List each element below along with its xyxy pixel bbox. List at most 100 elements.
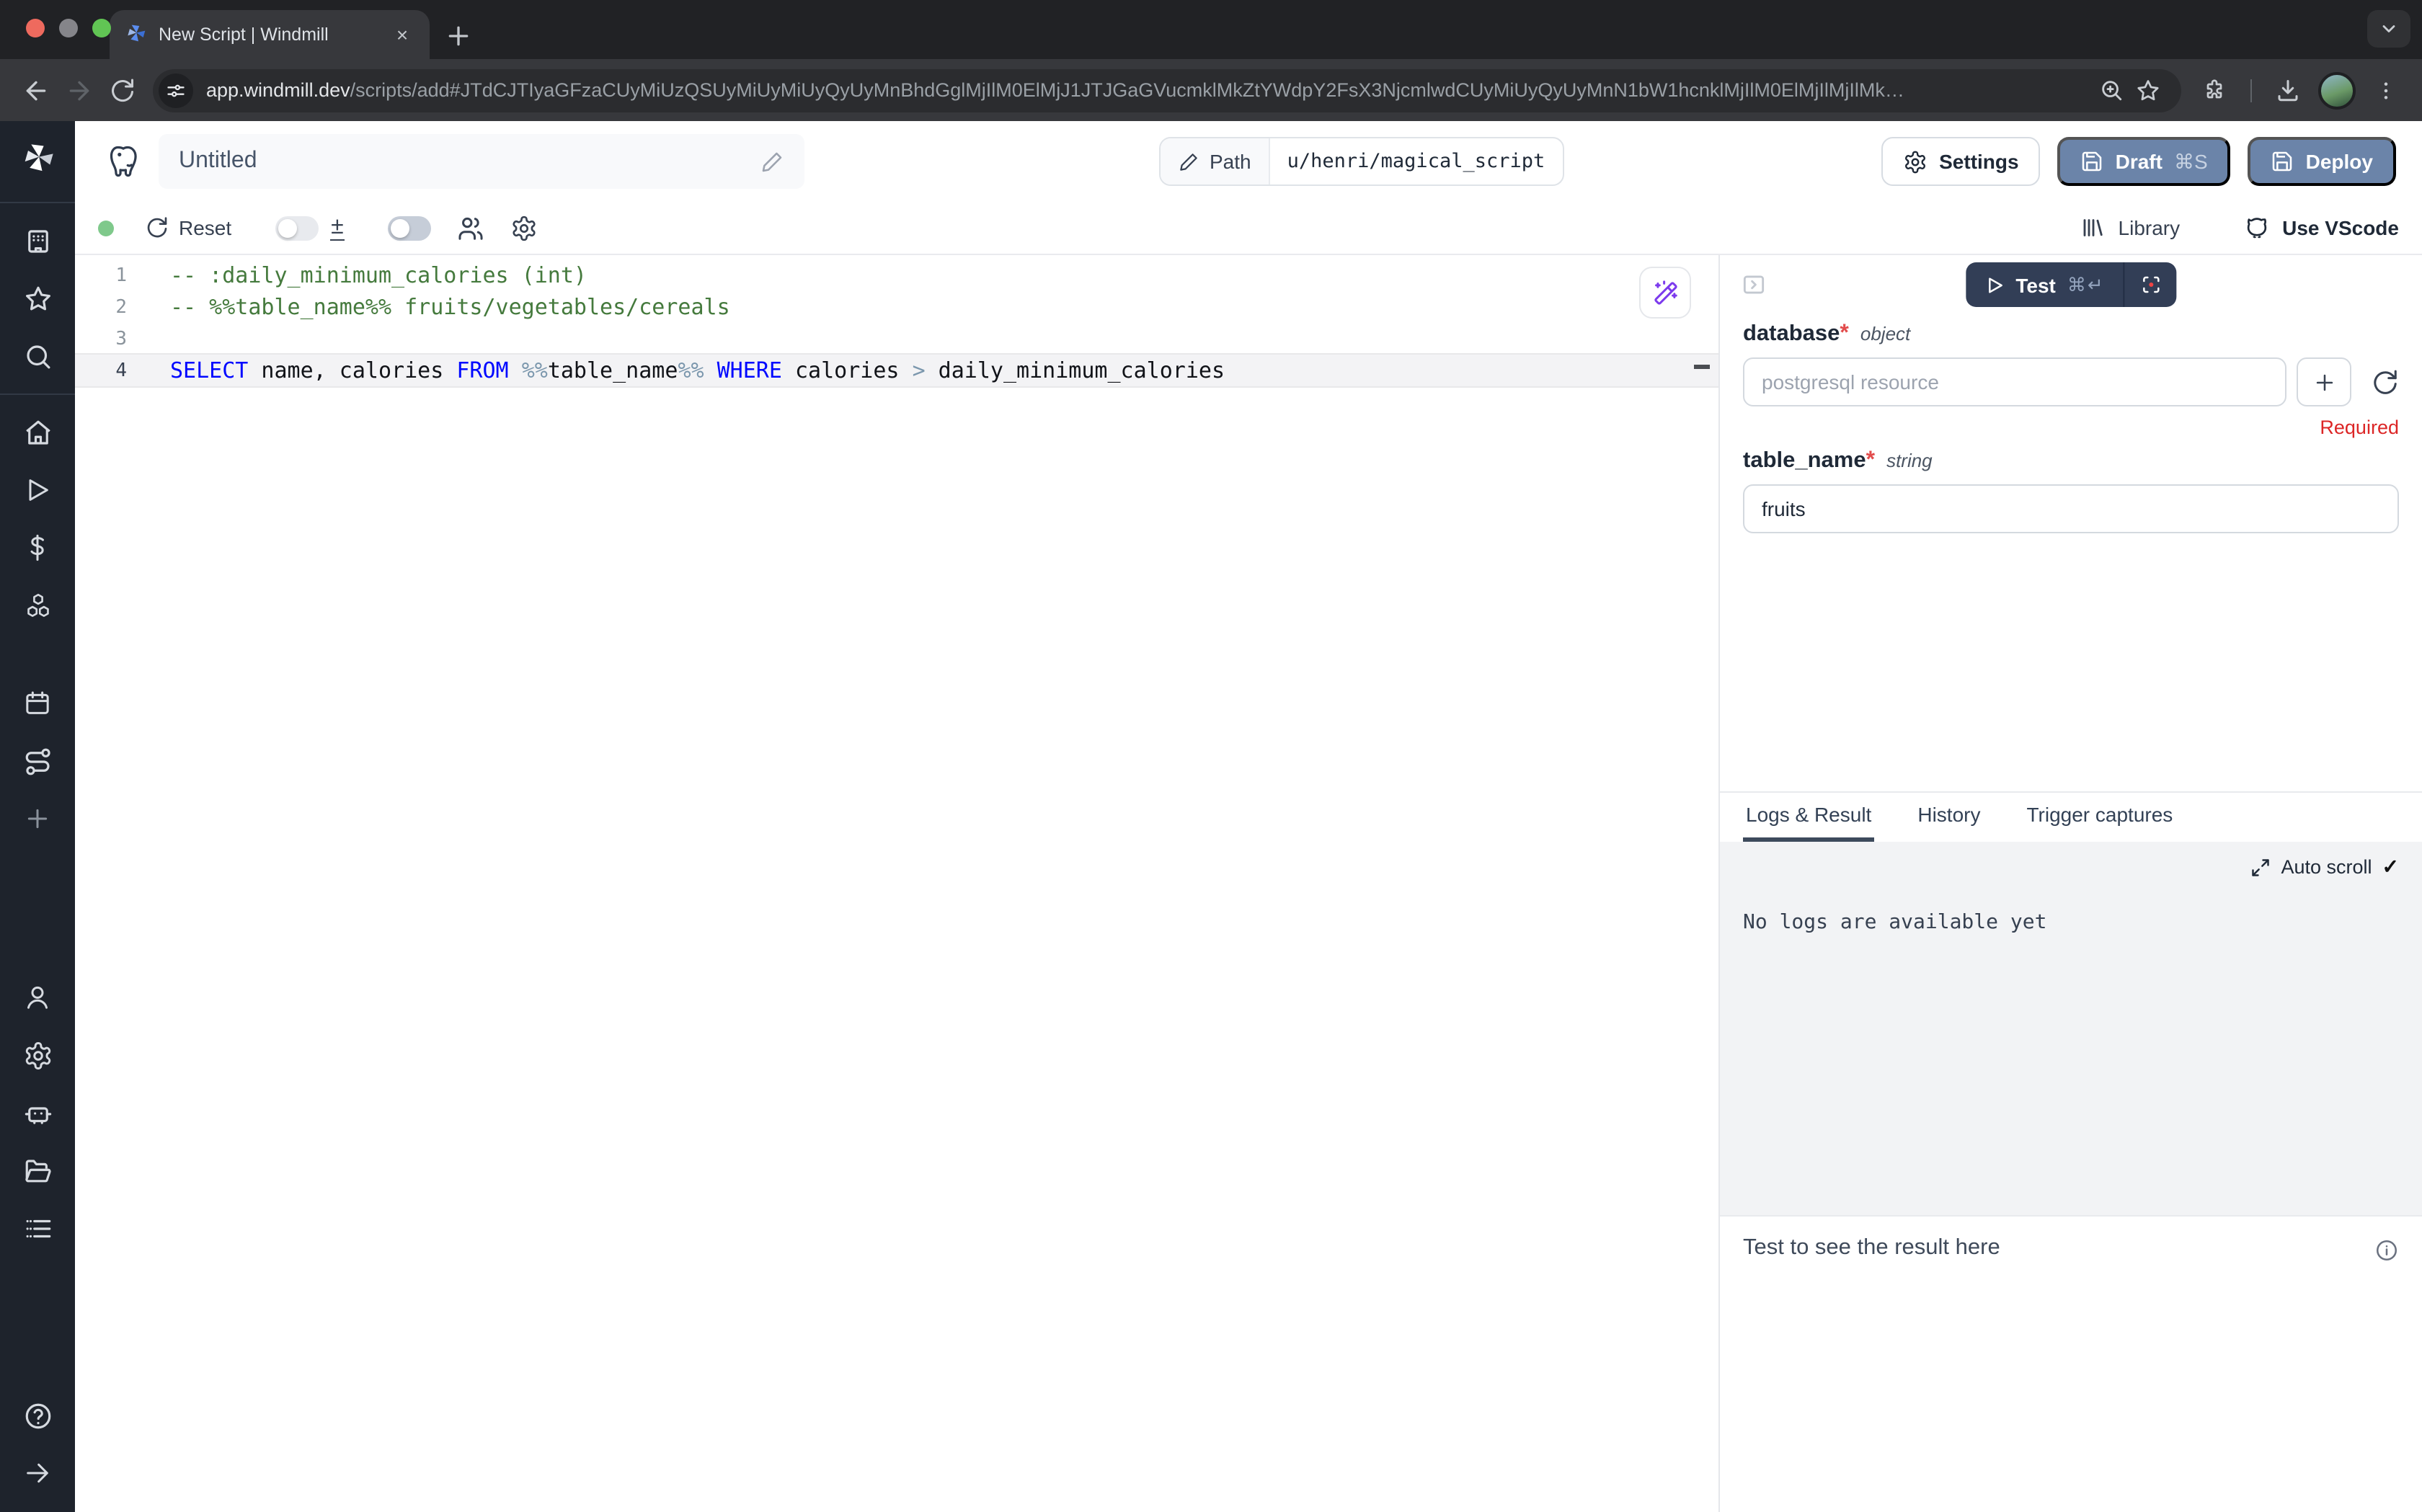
auto-scroll-control[interactable]: Auto scroll ✓ <box>1743 855 2399 879</box>
site-settings-icon[interactable] <box>159 73 193 107</box>
line-number: 1 <box>75 264 127 286</box>
browser-tab-strip: New Script | Windmill × <box>0 0 2422 59</box>
sidebar-item-audit-logs[interactable] <box>12 1206 63 1250</box>
field-name: table_name <box>1743 448 1866 473</box>
editor-settings-gear-icon[interactable] <box>511 214 538 241</box>
deploy-button[interactable]: Deploy <box>2248 137 2396 186</box>
sidebar-item-folders[interactable] <box>12 1149 63 1192</box>
reset-button[interactable]: Reset <box>146 216 231 239</box>
edit-title-pencil-icon[interactable] <box>760 149 784 174</box>
url-path: /scripts/add#JTdCJTIyaGFzaCUyMiUzQSUyMiU… <box>350 79 1904 101</box>
script-title-box[interactable]: Untitled <box>159 134 804 189</box>
close-window-button[interactable] <box>26 19 45 37</box>
back-icon[interactable] <box>14 68 58 112</box>
draft-button[interactable]: Draft ⌘S <box>2058 137 2231 186</box>
zoom-page-icon[interactable] <box>2092 68 2129 112</box>
gear-icon <box>1903 149 1928 174</box>
library-label: Library <box>2119 216 2181 239</box>
code-line[interactable]: 2 -- %%table_name%% fruits/vegetables/ce… <box>75 291 1718 323</box>
multiplayer-toggle[interactable] <box>389 215 432 240</box>
field-type: string <box>1886 450 1933 471</box>
windmill-logo[interactable] <box>19 141 56 179</box>
info-icon[interactable] <box>2374 1238 2399 1263</box>
no-logs-message: No logs are available yet <box>1743 911 2399 934</box>
profile-avatar[interactable] <box>2318 71 2356 109</box>
tab-logs-result[interactable]: Logs & Result <box>1743 793 1874 842</box>
use-vscode-button[interactable]: Use VScode <box>2243 214 2399 241</box>
address-bar[interactable]: app.windmill.dev/scripts/add#JTdCJTIyaGF… <box>153 68 2181 112</box>
screen: New Script | Windmill × app.windmill.dev… <box>0 0 2422 1512</box>
test-button[interactable]: Test ⌘↵ <box>1965 262 2123 307</box>
browser-tab[interactable]: New Script | Windmill × <box>110 10 430 59</box>
library-button[interactable]: Library <box>2081 215 2181 241</box>
sidebar-item-routes[interactable] <box>12 739 63 783</box>
diff-toggle[interactable] <box>275 215 318 240</box>
code-token <box>704 357 717 383</box>
sidebar-item-home[interactable] <box>12 411 63 454</box>
sidebar-item-workers[interactable] <box>12 1091 63 1134</box>
sidebar-expand-arrow-icon[interactable] <box>12 1451 63 1495</box>
pencil-icon <box>1178 151 1199 172</box>
reload-icon[interactable] <box>101 68 144 112</box>
editor-toolbar: Reset ± Library <box>75 202 2422 254</box>
auto-scroll-label: Auto scroll <box>2281 856 2372 878</box>
tab-search-chevron-icon[interactable] <box>2367 10 2410 48</box>
sidebar-item-help[interactable] <box>12 1394 63 1437</box>
vscode-cat-icon <box>2243 214 2271 241</box>
sidebar-item-resources[interactable] <box>12 584 63 627</box>
sidebar-item-settings[interactable] <box>12 1033 63 1077</box>
save-icon <box>2081 150 2104 173</box>
sidebar-item-runs[interactable] <box>12 468 63 512</box>
tab-close-icon[interactable]: × <box>389 22 415 48</box>
new-tab-button[interactable] <box>444 22 473 50</box>
code-token: > <box>913 357 926 383</box>
collapse-panel-icon[interactable] <box>1740 271 1767 298</box>
extensions-icon[interactable] <box>2193 68 2236 112</box>
code-line[interactable]: 3 <box>75 323 1718 355</box>
tab-trigger-captures[interactable]: Trigger captures <box>2023 793 2175 842</box>
deploy-label: Deploy <box>2306 150 2373 173</box>
sidebar-item-user[interactable] <box>12 976 63 1019</box>
sidebar-item-workspace[interactable] <box>12 219 63 262</box>
database-resource-input[interactable] <box>1743 357 2286 406</box>
code-line-active[interactable]: 4 SELECT name, calories FROM %%table_nam… <box>75 355 1718 386</box>
code-token: SELECT <box>170 357 248 383</box>
capture-scan-button[interactable] <box>2125 262 2177 307</box>
settings-button[interactable]: Settings <box>1881 137 2040 186</box>
zoom-window-button[interactable] <box>92 19 111 37</box>
browser-menu-kebab-icon[interactable] <box>2364 68 2408 112</box>
script-title: Untitled <box>179 148 760 174</box>
save-icon <box>2271 150 2294 173</box>
table-name-input[interactable] <box>1743 484 2399 533</box>
postgresql-icon <box>107 143 144 180</box>
right-panel: Test ⌘↵ database* object <box>1720 255 2422 1512</box>
sidebar-item-favorites[interactable] <box>12 277 63 320</box>
refresh-resources-icon[interactable] <box>2372 368 2399 396</box>
downloads-icon[interactable] <box>2266 68 2310 112</box>
sidebar-item-schedules[interactable] <box>12 682 63 725</box>
logs-area: Auto scroll ✓ No logs are available yet <box>1720 842 2422 1215</box>
path-widget[interactable]: Path u/henri/magical_script <box>1159 137 1563 186</box>
code-line[interactable]: 1 -- :daily_minimum_calories (int) <box>75 259 1718 291</box>
database-field-label: database* object <box>1743 321 2399 347</box>
ai-assistant-wand-button[interactable] <box>1639 267 1691 319</box>
settings-label: Settings <box>1939 150 2018 173</box>
test-button-group: Test ⌘↵ <box>1965 262 2176 307</box>
sidebar-item-variables[interactable] <box>12 526 63 569</box>
result-placeholder: Test to see the result here <box>1743 1235 2000 1261</box>
path-edit-button[interactable]: Path <box>1161 138 1270 184</box>
tab-history[interactable]: History <box>1915 793 1983 842</box>
add-resource-button[interactable] <box>2297 357 2351 406</box>
sidebar-item-search[interactable] <box>12 334 63 378</box>
code-token <box>509 357 522 383</box>
minimize-window-button[interactable] <box>59 19 78 37</box>
code-editor[interactable]: 1 -- :daily_minimum_calories (int) 2 -- … <box>75 255 1720 1512</box>
sidebar-item-add[interactable] <box>12 797 63 840</box>
required-asterisk: * <box>1840 321 1848 346</box>
code-token: FROM <box>456 357 508 383</box>
expand-logs-icon[interactable] <box>2250 857 2271 877</box>
window-controls <box>26 19 111 37</box>
forward-icon[interactable] <box>58 68 101 112</box>
line-number: 3 <box>75 328 127 350</box>
bookmark-star-icon[interactable] <box>2129 68 2167 112</box>
